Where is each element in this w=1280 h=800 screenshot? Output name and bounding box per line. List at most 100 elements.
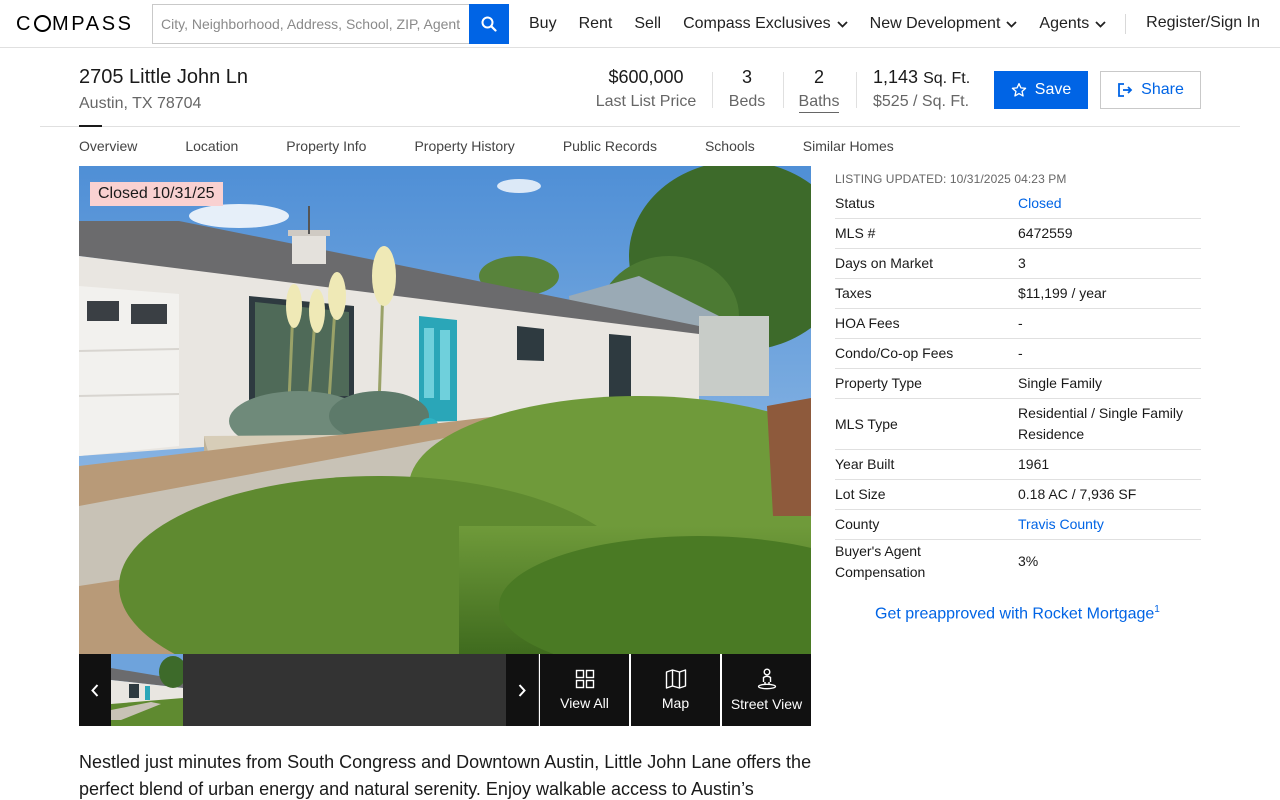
- thumbnail-image: [111, 654, 183, 726]
- map-button[interactable]: Map: [631, 654, 720, 726]
- map-icon: [665, 669, 686, 689]
- price-stat: $600,000 Last List Price: [593, 67, 699, 111]
- search-icon: [481, 16, 497, 32]
- save-button[interactable]: Save: [994, 71, 1088, 109]
- fact-value: 3: [1018, 255, 1026, 271]
- nav-buy[interactable]: Buy: [529, 15, 557, 33]
- nav-new-development-label: New Development: [869, 15, 1001, 32]
- fact-value: 3%: [1018, 553, 1039, 569]
- facts-row-property-type: Property Type Single Family: [835, 369, 1201, 399]
- main-listing-photo[interactable]: [79, 166, 811, 654]
- listing-facts-table: Status Closed MLS # 6472559 Days on Mark…: [835, 189, 1201, 583]
- chevron-down-icon: [837, 20, 848, 28]
- chevron-down-icon: [1006, 20, 1018, 28]
- fact-label: HOA Fees: [835, 315, 900, 331]
- share-label: Share: [1141, 81, 1184, 98]
- search-bar: [152, 4, 509, 44]
- active-tab-indicator: [79, 125, 102, 127]
- list-price-label: Last List Price: [595, 93, 697, 110]
- nav-compass-exclusives-label: Compass Exclusives: [683, 15, 831, 32]
- compass-logo[interactable]: C MPASS: [16, 13, 134, 36]
- register-signin-link[interactable]: Register/Sign In: [1146, 14, 1260, 32]
- nav-agents-label: Agents: [1039, 15, 1090, 32]
- stat-divider: [783, 72, 784, 108]
- nav-rent[interactable]: Rent: [579, 15, 613, 33]
- listing-city: Austin, TX 78704: [79, 95, 202, 112]
- fact-label: Year Built: [835, 456, 895, 472]
- fact-value: Single Family: [1018, 375, 1103, 391]
- tab-overview[interactable]: Overview: [79, 138, 137, 154]
- street-view-button[interactable]: Street View: [722, 654, 811, 726]
- map-label: Map: [661, 695, 690, 711]
- sqft-unit: Sq. Ft.: [923, 70, 971, 87]
- pegman-icon: [757, 668, 776, 690]
- tab-location[interactable]: Location: [185, 138, 238, 154]
- nav-sell-label: Sell: [634, 15, 662, 32]
- tab-public-records[interactable]: Public Records: [563, 138, 657, 154]
- fact-label: Condo/Co-op Fees: [835, 345, 954, 361]
- facts-row-days-on-market: Days on Market 3: [835, 249, 1201, 279]
- nav-new-development[interactable]: New Development: [870, 15, 1018, 33]
- fact-value: $11,199 / year: [1018, 285, 1107, 301]
- save-label: Save: [1034, 81, 1072, 98]
- facts-row-hoa-fees: HOA Fees -: [835, 309, 1201, 339]
- status-badge: Closed 10/31/25: [90, 182, 223, 206]
- county-link[interactable]: Travis County: [1018, 514, 1201, 535]
- share-icon: [1118, 83, 1133, 97]
- fact-value: Residential / Single Family Residence: [1018, 405, 1183, 442]
- facts-row-status: Status Closed: [835, 189, 1201, 219]
- facts-row-lot-size: Lot Size 0.18 AC / 7,936 SF: [835, 480, 1201, 510]
- nav-buy-label: Buy: [529, 15, 557, 32]
- fact-label: Buyer's Agent Compensation: [835, 542, 926, 580]
- previous-photo-button[interactable]: [79, 654, 111, 726]
- baths-stat[interactable]: 2 Baths: [798, 67, 840, 113]
- photo-thumbnail[interactable]: [111, 654, 183, 726]
- section-tabs: Overview Location Property Info Property…: [79, 138, 942, 154]
- top-navigation: CMPASS Buy Rent Sell Compass Exclusives …: [0, 0, 1280, 48]
- view-all-button[interactable]: View All: [540, 654, 629, 726]
- sqft-value: 1,143: [873, 67, 919, 87]
- facts-row-mls-type: MLS Type Residential / Single Family Res…: [835, 399, 1201, 450]
- rocket-mortgage-link[interactable]: Get preapproved with Rocket Mortgage1: [875, 604, 1160, 623]
- chevron-right-icon: [518, 683, 526, 697]
- nav-divider: [1125, 14, 1126, 34]
- fact-label: Status: [835, 195, 875, 211]
- baths-label[interactable]: Baths: [798, 93, 840, 113]
- listing-address: 2705 Little John Ln: [79, 66, 249, 88]
- price-per-sqft: $525 / Sq. Ft.: [873, 93, 970, 110]
- tab-property-info[interactable]: Property Info: [286, 138, 366, 154]
- nav-agents[interactable]: Agents: [1039, 15, 1106, 33]
- tab-similar-homes[interactable]: Similar Homes: [803, 138, 894, 154]
- beds-count: 3: [741, 67, 752, 87]
- list-price: $600,000: [608, 67, 684, 87]
- tab-schools[interactable]: Schools: [705, 138, 755, 154]
- facts-row-year-built: Year Built 1961: [835, 450, 1201, 480]
- header-divider: [40, 126, 1240, 127]
- tab-property-history[interactable]: Property History: [414, 138, 514, 154]
- nav-compass-exclusives[interactable]: Compass Exclusives: [683, 15, 848, 33]
- fact-label: Property Type: [835, 375, 922, 391]
- listing-updated: LISTING UPDATED: 10/31/2025 04:23 PM: [835, 172, 1067, 186]
- fact-label: County: [835, 516, 880, 532]
- fact-value: 1961: [1018, 456, 1050, 472]
- share-button[interactable]: Share: [1100, 71, 1201, 109]
- footnote-marker: 1: [1154, 604, 1160, 615]
- search-input[interactable]: [152, 4, 470, 44]
- facts-row-taxes: Taxes $11,199 / year: [835, 279, 1201, 309]
- fact-value: -: [1018, 345, 1023, 361]
- street-view-label: Street View: [730, 696, 803, 712]
- fact-label: Taxes: [835, 285, 872, 301]
- fact-label: MLS #: [835, 225, 876, 241]
- search-button[interactable]: [469, 4, 509, 44]
- rocket-mortgage-label: Get preapproved with Rocket Mortgage: [875, 605, 1155, 623]
- fact-value: 6472559: [1018, 225, 1073, 241]
- fact-label: Lot Size: [835, 486, 886, 502]
- nav-sell[interactable]: Sell: [634, 15, 661, 33]
- beds-stat: 3 Beds: [726, 67, 768, 111]
- baths-count: 2: [813, 67, 824, 87]
- next-photo-button[interactable]: [506, 654, 538, 726]
- fact-label: Days on Market: [835, 255, 934, 271]
- status-link[interactable]: Closed: [1018, 193, 1201, 214]
- listing-description: Nestled just minutes from South Congress…: [79, 752, 812, 799]
- fact-label: MLS Type: [835, 415, 898, 432]
